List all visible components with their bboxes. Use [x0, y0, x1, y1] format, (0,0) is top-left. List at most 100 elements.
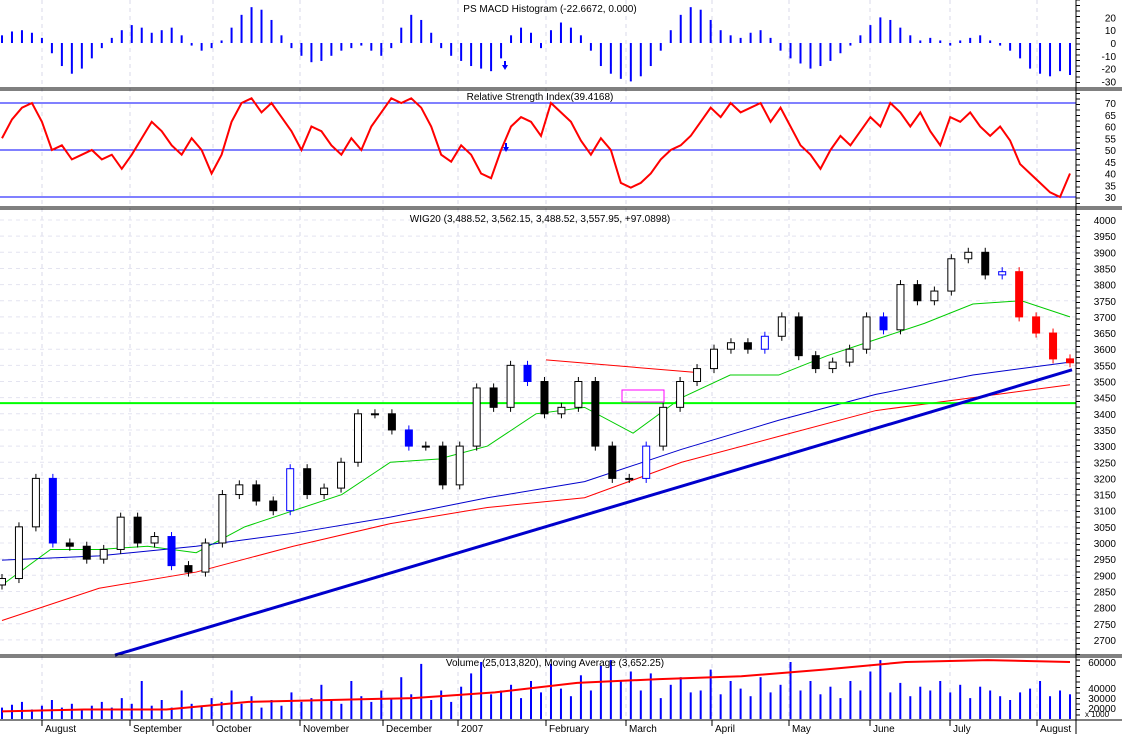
- macd-title: PS MACD Histogram (-22.6672, 0.000): [463, 4, 636, 15]
- price-tick-label: 3800: [1094, 281, 1117, 292]
- candle-body: [693, 368, 702, 382]
- candle-body: [82, 545, 91, 560]
- month-label: July: [953, 724, 971, 734]
- price-tick-label: 3900: [1094, 248, 1117, 259]
- candle-body: [252, 484, 261, 502]
- macd-tick-label: 0: [1110, 39, 1116, 50]
- rsi-tick-label: 65: [1105, 111, 1117, 122]
- candle-body: [523, 364, 532, 383]
- rsi-panel: 706560555045403530: [0, 97, 1117, 204]
- price-tick-label: 3750: [1094, 297, 1117, 308]
- candle-body: [845, 348, 854, 363]
- candle-body: [743, 342, 752, 350]
- candle-body: [201, 542, 210, 573]
- candle-body: [676, 381, 685, 408]
- moving-average-line: [1, 384, 1071, 621]
- candle-body: [404, 429, 413, 447]
- candle-body: [370, 413, 379, 416]
- candle-body: [235, 484, 244, 496]
- candle-body: [591, 381, 600, 447]
- candle-body: [438, 445, 447, 486]
- candle-body: [506, 364, 515, 408]
- price-tick-label: 3600: [1094, 345, 1117, 356]
- moving-average-line: [1, 300, 1071, 586]
- candle-body: [0, 578, 6, 586]
- price-tick-label: 3850: [1094, 264, 1117, 275]
- price-tick-label: 3150: [1094, 491, 1117, 502]
- candle-body: [1049, 332, 1058, 360]
- month-label: November: [303, 724, 350, 734]
- candle-body: [184, 565, 193, 573]
- candle-body: [218, 494, 227, 544]
- rsi-line: [1, 97, 1071, 199]
- candle-body: [879, 316, 888, 331]
- price-tick-label: 2900: [1094, 571, 1117, 582]
- stock-chart: 20 10 0 -10 -20 -30 70 65 60 55 50 45 40 35 30 4000 39…: [0, 0, 1122, 734]
- candle-body: [625, 477, 634, 480]
- candle-body: [930, 290, 939, 302]
- price-tick-label: 3950: [1094, 232, 1117, 243]
- candle-body: [337, 461, 346, 489]
- month-label: September: [133, 724, 183, 734]
- macd-tick-label: 20: [1105, 13, 1117, 24]
- rsi-tick-label: 45: [1105, 158, 1117, 169]
- candle-body: [133, 516, 142, 544]
- arrow-up-icon: [502, 61, 508, 70]
- price-tick-label: 2850: [1094, 587, 1117, 598]
- macd-tick-label: -10: [1102, 52, 1117, 63]
- candle-body: [981, 251, 990, 276]
- chart-canvas: 20 10 0 -10 -20-30 706560555045403530 4000 39…: [0, 0, 1122, 734]
- macd-tick-label: -20: [1102, 65, 1117, 76]
- month-label: March: [629, 724, 657, 734]
- price-tick-label: 3550: [1094, 361, 1117, 372]
- price-tick-label: 3200: [1094, 474, 1117, 485]
- grid: [0, 0, 1076, 720]
- volume-title: Volume (25,013,820), Moving Average (3,6…: [446, 658, 664, 669]
- rsi-tick-label: 55: [1105, 134, 1117, 145]
- candle-body: [913, 284, 922, 302]
- month-label: December: [386, 724, 433, 734]
- volume-tick-label: 60000: [1088, 658, 1116, 669]
- candle-body: [642, 445, 651, 479]
- price-title: WIG20 (3,488.52, 3,562.15, 3,488.52, 3,5…: [410, 214, 670, 225]
- month-label: 2007: [461, 724, 484, 734]
- candle-body: [65, 542, 74, 547]
- candle-body: [472, 387, 481, 447]
- candle-body: [320, 487, 329, 496]
- month-label: May: [792, 724, 811, 734]
- candle-body: [48, 477, 57, 544]
- candle-body: [998, 271, 1007, 276]
- rsi-tick-label: 35: [1105, 181, 1117, 192]
- candle-body: [710, 348, 718, 370]
- price-tick-label: 3100: [1094, 507, 1117, 518]
- volume-unit-label: x 1000: [1085, 710, 1110, 719]
- month-label: August: [1040, 724, 1071, 734]
- candle-body: [150, 536, 159, 544]
- candle-body: [947, 258, 956, 292]
- candle-body: [574, 381, 583, 408]
- candle-body: [387, 413, 396, 431]
- candle-body: [14, 526, 23, 580]
- month-label: October: [216, 724, 252, 734]
- candle-body: [828, 361, 837, 370]
- candle-body: [1066, 358, 1074, 364]
- price-tick-label: 3000: [1094, 539, 1117, 550]
- price-tick-label: 3650: [1094, 329, 1117, 340]
- candle-body: [964, 251, 973, 260]
- rsi-title: Relative Strength Index(39.4168): [467, 92, 614, 103]
- rsi-tick-label: 60: [1105, 123, 1117, 134]
- rsi-tick-label: 40: [1105, 170, 1117, 181]
- rsi-tick-label: 70: [1105, 99, 1117, 110]
- month-label: August: [45, 724, 76, 734]
- price-tick-label: 3250: [1094, 458, 1117, 469]
- rsi-tick-label: 30: [1105, 193, 1117, 204]
- month-label: June: [873, 724, 895, 734]
- macd-tick-label: -30: [1102, 77, 1117, 88]
- candle-body: [862, 316, 871, 350]
- rsi-tick-label: 50: [1105, 146, 1117, 157]
- price-tick-label: 3050: [1094, 523, 1117, 534]
- candle-body: [303, 468, 312, 496]
- macd-tick-label: 10: [1105, 26, 1117, 37]
- price-tick-label: 3300: [1094, 442, 1117, 453]
- price-tick-label: 3700: [1094, 313, 1117, 324]
